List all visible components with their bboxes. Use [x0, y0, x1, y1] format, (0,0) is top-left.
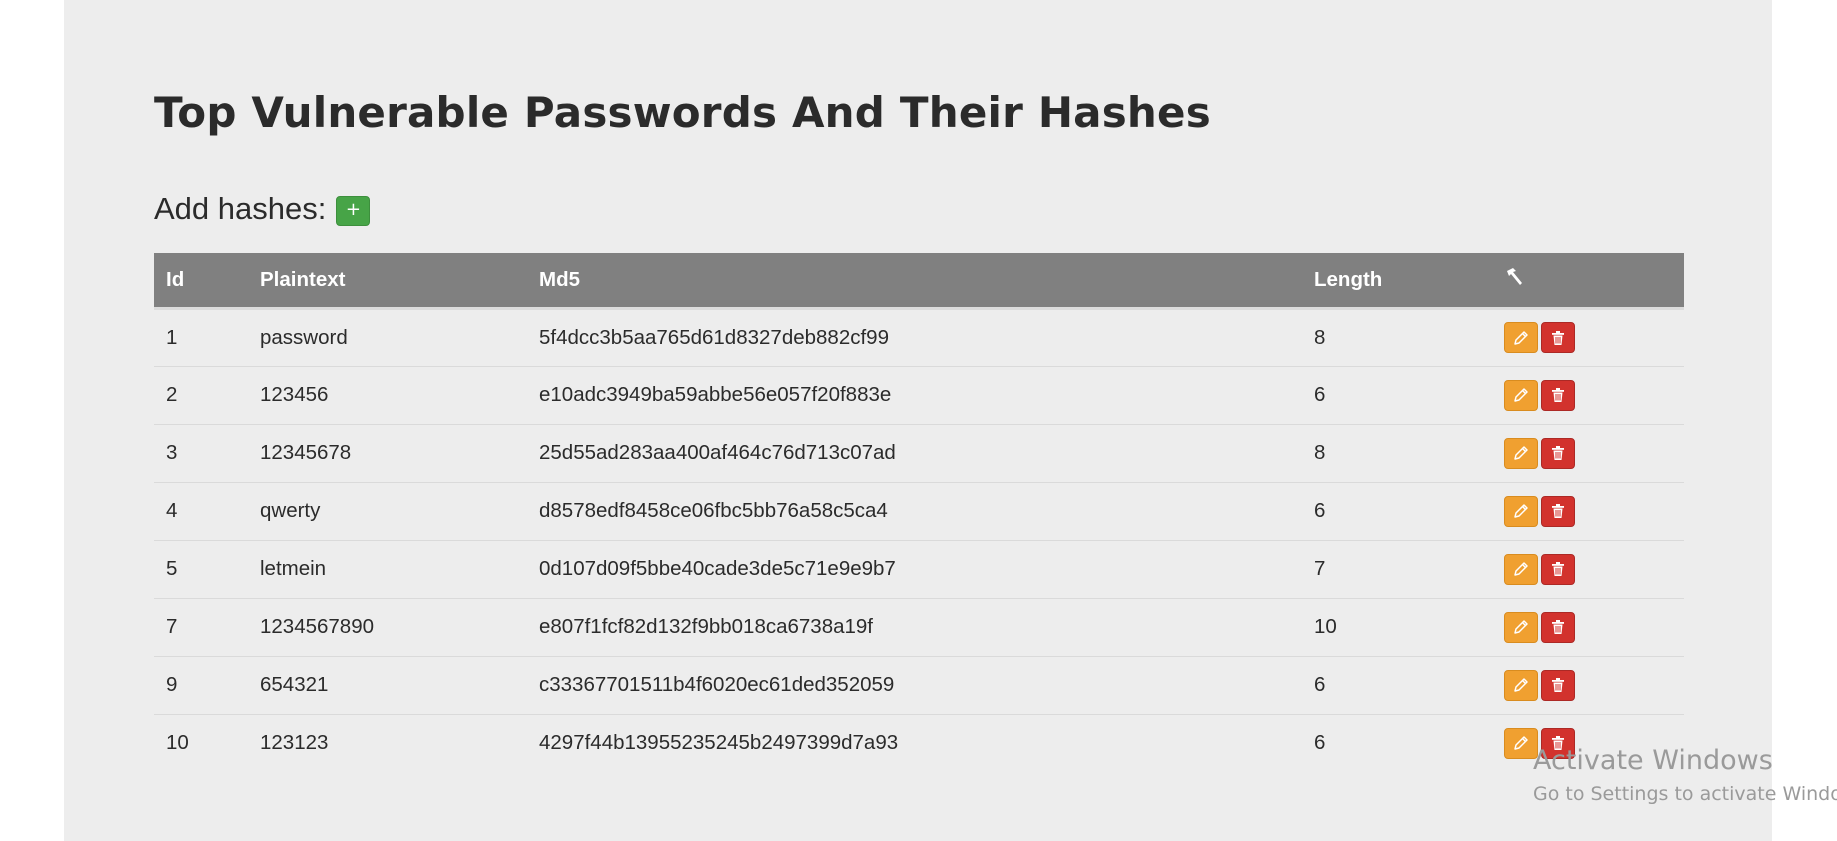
hashes-table: Id Plaintext Md5 Length 1 password 5f4dcc3… — [154, 253, 1684, 772]
trash-icon — [1552, 678, 1564, 692]
table-body: 1 password 5f4dcc3b5aa765d61d8327deb882cf9… — [154, 308, 1684, 772]
watermark-title: Activate Windows — [1533, 745, 1773, 776]
header-actions — [1492, 253, 1684, 310]
cell-actions — [1492, 308, 1684, 366]
trash-icon — [1552, 388, 1564, 402]
cell-plaintext: password — [260, 325, 348, 349]
cell-length: 10 — [1314, 615, 1337, 638]
watermark-subtitle: Go to Settings to activate Windows. — [1533, 783, 1837, 805]
edit-button[interactable] — [1504, 495, 1538, 527]
add-hashes-row: Add hashes: + — [154, 190, 371, 228]
cell-md5: 5f4dcc3b5aa765d61d8327deb882cf99 — [539, 325, 889, 349]
cell-md5: 0d107d09f5bbe40cade3de5c71e9e9b7 — [539, 557, 896, 580]
activate-windows-watermark: Activate Windows Go to Settings to activ… — [1533, 744, 1837, 808]
cell-id: 7 — [166, 615, 178, 638]
add-hash-button[interactable]: + — [336, 195, 371, 226]
add-hashes-label: Add hashes: — [154, 191, 327, 226]
cell-length: 6 — [1314, 673, 1326, 696]
cell-md5: 4297f44b13955235245b2497399d7a93 — [539, 731, 899, 755]
delete-button[interactable] — [1541, 611, 1575, 643]
cell-md5: e807f1fcf82d132f9bb018ca6738a19f — [539, 615, 874, 638]
edit-button[interactable] — [1504, 669, 1538, 701]
edit-button[interactable] — [1504, 379, 1538, 411]
header-plaintext: Plaintext — [248, 253, 527, 310]
cell-plaintext: 123123 — [260, 731, 329, 755]
table-row: 9 654321 c33367701511b4f6020ec61ded352059 6 — [154, 656, 1684, 714]
cell-length: 6 — [1314, 383, 1326, 406]
edit-button[interactable] — [1504, 611, 1538, 643]
trash-icon — [1552, 446, 1564, 460]
edit-button[interactable] — [1504, 437, 1538, 469]
pencil-icon — [1514, 330, 1528, 345]
delete-button[interactable] — [1541, 669, 1575, 701]
cell-length: 6 — [1314, 499, 1326, 522]
cell-md5: e10adc3949ba59abbe56e057f20f883e — [539, 383, 892, 406]
cell-actions — [1492, 540, 1684, 598]
table-row: 10 123123 4297f44b13955235245b2497399d7a93… — [154, 714, 1684, 772]
cell-plaintext: 654321 — [260, 673, 329, 696]
cell-id: 9 — [166, 673, 178, 696]
delete-button[interactable] — [1541, 437, 1575, 469]
header-id: Id — [154, 253, 248, 310]
delete-button[interactable] — [1541, 322, 1575, 353]
table-row: 1 password 5f4dcc3b5aa765d61d8327deb882cf9… — [154, 308, 1684, 366]
table-row: 3 12345678 25d55ad283aa400af464c76d713c07a… — [154, 424, 1684, 482]
pencil-icon — [1514, 446, 1528, 460]
cell-actions — [1492, 424, 1684, 482]
header-md5: Md5 — [527, 253, 1302, 310]
pencil-icon — [1514, 562, 1528, 576]
page-title: Top Vulnerable Passwords And Their Hashe… — [154, 88, 1211, 137]
cell-id: 1 — [166, 325, 178, 349]
trash-icon — [1552, 330, 1564, 345]
trash-icon — [1552, 504, 1564, 518]
table-row: 2 123456 e10adc3949ba59abbe56e057f20f883e 6 — [154, 366, 1684, 424]
cell-id: 3 — [166, 441, 178, 464]
hammer-icon — [1507, 267, 1522, 285]
cell-plaintext: letmein — [260, 557, 327, 580]
cell-actions — [1492, 598, 1684, 656]
table-header-row: Id Plaintext Md5 Length — [154, 253, 1684, 310]
header-length: Length — [1302, 253, 1492, 310]
cell-actions — [1492, 482, 1684, 540]
edit-button[interactable] — [1504, 553, 1538, 585]
cell-id: 2 — [166, 383, 178, 406]
cell-length: 6 — [1314, 731, 1326, 755]
edit-button[interactable] — [1504, 322, 1538, 353]
page-container: Top Vulnerable Passwords And Their Hashe… — [64, 0, 1837, 841]
plus-icon: + — [345, 198, 361, 220]
pencil-icon — [1514, 620, 1528, 634]
table-row: 5 letmein 0d107d09f5bbe40cade3de5c71e9e9b7… — [154, 540, 1684, 598]
cell-md5: c33367701511b4f6020ec61ded352059 — [539, 673, 895, 696]
cell-id: 5 — [166, 557, 178, 580]
delete-button[interactable] — [1541, 495, 1575, 527]
cell-md5: d8578edf8458ce06fbc5bb76a58c5ca4 — [539, 499, 888, 522]
table-row: 4 qwerty d8578edf8458ce06fbc5bb76a58c5ca4 6 — [154, 482, 1684, 540]
trash-icon — [1552, 562, 1564, 576]
pencil-icon — [1514, 504, 1528, 518]
cell-length: 7 — [1314, 557, 1326, 580]
cell-plaintext: 12345678 — [260, 441, 352, 464]
cell-length: 8 — [1314, 325, 1326, 349]
delete-button[interactable] — [1541, 379, 1575, 411]
cell-id: 4 — [166, 499, 178, 522]
cell-actions — [1492, 366, 1684, 424]
table-row: 7 1234567890 e807f1fcf82d132f9bb018ca6738a… — [154, 598, 1684, 656]
cell-length: 8 — [1314, 441, 1326, 464]
cell-plaintext: qwerty — [260, 499, 321, 522]
cell-md5: 25d55ad283aa400af464c76d713c07ad — [539, 441, 896, 464]
delete-button[interactable] — [1541, 553, 1575, 585]
pencil-icon — [1514, 388, 1528, 402]
cell-plaintext: 123456 — [260, 383, 329, 406]
cell-actions — [1492, 656, 1684, 714]
cell-plaintext: 1234567890 — [260, 615, 375, 638]
trash-icon — [1552, 620, 1564, 634]
pencil-icon — [1514, 678, 1528, 692]
pencil-icon — [1514, 736, 1528, 750]
cell-id: 10 — [166, 731, 189, 755]
